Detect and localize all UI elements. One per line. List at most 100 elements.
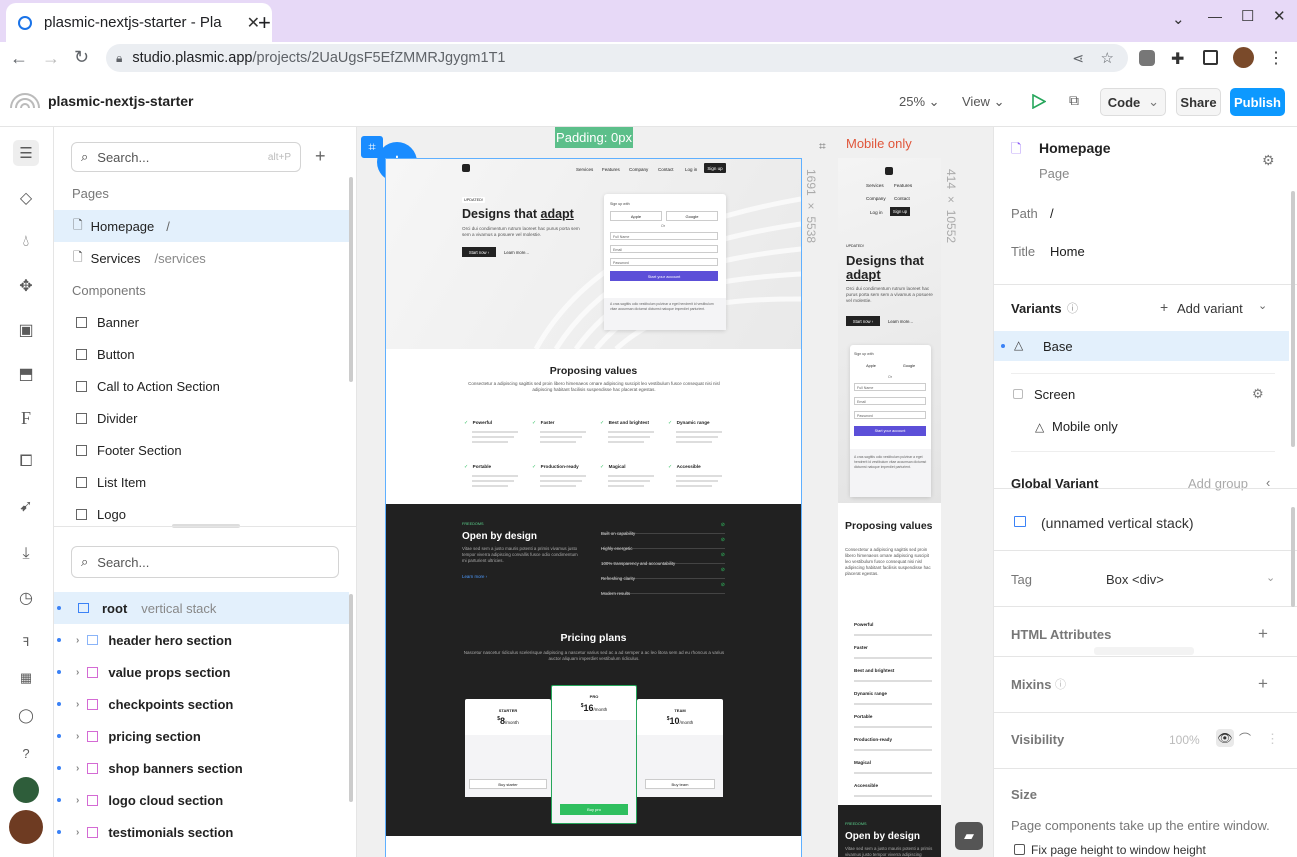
tree-item[interactable]: › checkpoints section	[54, 688, 349, 720]
fonts-icon[interactable]: F	[13, 405, 39, 431]
tree-search[interactable]: ⌕ Search...	[71, 546, 339, 578]
tree-item[interactable]: › testimonials section	[54, 816, 349, 848]
profile-avatar[interactable]	[1233, 47, 1254, 68]
add-mixin-icon[interactable]: +	[1258, 674, 1268, 694]
responsiveness-icon[interactable]: ⧠	[13, 449, 39, 475]
side-panel-icon[interactable]	[1203, 50, 1218, 65]
tree-item[interactable]: › value props section	[54, 656, 349, 688]
screen-settings-gear-icon[interactable]: ⚙	[1252, 386, 1264, 402]
mobile-only-variant[interactable]: Mobile only	[1052, 419, 1118, 434]
images-icon[interactable]: ▣	[13, 317, 39, 343]
browser-tab[interactable]: plasmic-nextjs-starter - Pla ✕	[6, 3, 272, 42]
page-title[interactable]: Homepage	[1039, 140, 1111, 156]
hidden-eye-icon[interactable]: ⌒	[1239, 730, 1251, 747]
import-icon[interactable]: ⤓	[13, 541, 39, 567]
pages-search[interactable]: ⌕ Search... alt+P	[71, 142, 301, 172]
info-icon[interactable]: ⓘ	[1055, 676, 1066, 692]
reload-icon[interactable]: ↻	[74, 47, 89, 68]
add-variant-plus-icon[interactable]: +	[1160, 299, 1168, 315]
desktop-artboard[interactable]: Services Features Company Contact Log in…	[385, 158, 802, 857]
section-drag-handle[interactable]	[1094, 647, 1194, 655]
new-tab-button[interactable]: +	[258, 10, 271, 36]
code-button[interactable]: Code ⌄	[1100, 88, 1166, 116]
open-external-icon[interactable]: ⧉	[1069, 92, 1079, 109]
expand-arrow-icon[interactable]: ›	[76, 795, 79, 806]
title-value[interactable]: Home	[1050, 244, 1085, 259]
component-item[interactable]: Banner	[54, 306, 349, 338]
address-bar[interactable]: 🔒︎ studio.plasmic.app/projects/2UaUgsF5E…	[106, 44, 1128, 72]
tree-item[interactable]: › header hero section	[54, 624, 349, 656]
share-button[interactable]: Share	[1176, 88, 1221, 116]
chevron-down-icon[interactable]: ⌄	[1148, 94, 1159, 110]
variants-menu-chevron-icon[interactable]: ⌄	[1258, 299, 1267, 312]
chat-icon[interactable]: ◯	[13, 702, 39, 728]
forward-icon[interactable]: →	[42, 48, 60, 69]
add-html-attribute-icon[interactable]: +	[1258, 624, 1268, 644]
mobile-artboard[interactable]: Services Features Company Contact Log in…	[838, 158, 941, 857]
tree-item[interactable]: › logo cloud section	[54, 784, 349, 816]
maximize-button[interactable]: ☐	[1241, 7, 1254, 25]
keyboard-icon[interactable]: ▦	[13, 665, 39, 691]
preview-play-icon[interactable]	[1031, 94, 1046, 109]
tokens-drop-icon[interactable]: 💧︎	[13, 229, 39, 255]
opacity-value[interactable]: 100%	[1169, 733, 1200, 747]
figma-icon[interactable]: ꟻ	[13, 629, 39, 655]
design-canvas[interactable]: Padding: 0px ⌗ + ⌗ Mobile only 1691 × 55…	[357, 127, 993, 857]
back-icon[interactable]: ←	[10, 48, 28, 69]
tree-item[interactable]: › pricing section	[54, 720, 349, 752]
component-item[interactable]: List Item	[54, 466, 349, 498]
plasmic-logo-icon[interactable]	[9, 91, 41, 109]
mobile-frame-icon[interactable]: ⌗	[819, 139, 826, 154]
share-page-icon[interactable]: ⋖	[1072, 50, 1084, 67]
pages-scrollbar[interactable]	[349, 177, 353, 382]
panel-scrollbar-lower[interactable]	[1291, 507, 1295, 607]
themes-icon[interactable]: ⬒	[13, 361, 39, 387]
tab-search-icon[interactable]: ⌄	[1172, 10, 1185, 28]
extension-icon[interactable]	[1139, 50, 1155, 66]
add-page-button[interactable]: +	[315, 146, 326, 167]
browser-menu-icon[interactable]: ⋮	[1268, 48, 1284, 68]
tag-chevron-icon[interactable]: ⌄	[1266, 571, 1275, 584]
help-icon[interactable]: ?	[13, 740, 39, 766]
comments-chat-button[interactable]: ▰	[955, 822, 983, 850]
expand-arrow-icon[interactable]: ›	[76, 763, 79, 774]
page-item-services[interactable]: 🗋︎ Services /services	[54, 242, 349, 274]
expand-arrow-icon[interactable]: ›	[76, 731, 79, 742]
history-icon[interactable]: ◷	[13, 585, 39, 611]
variant-base-row[interactable]: △ Base	[994, 331, 1289, 361]
tree-root[interactable]: root vertical stack	[54, 592, 349, 624]
minimize-button[interactable]: —	[1208, 8, 1222, 24]
expand-arrow-icon[interactable]: ›	[76, 667, 79, 678]
outline-icon[interactable]: ☰	[13, 140, 39, 166]
component-item[interactable]: Call to Action Section	[54, 370, 349, 402]
component-item[interactable]: Footer Section	[54, 434, 349, 466]
zoom-dropdown[interactable]: 25% ⌄	[899, 94, 940, 110]
path-value[interactable]: /	[1050, 206, 1054, 221]
close-window-button[interactable]: ✕	[1273, 7, 1286, 25]
mixins-icon[interactable]: ✥	[13, 273, 39, 299]
publish-button[interactable]: Publish	[1230, 88, 1285, 116]
tree-scrollbar[interactable]	[349, 594, 353, 802]
tag-select[interactable]: Box <div>	[1106, 572, 1164, 587]
extensions-puzzle-icon[interactable]: ✚	[1171, 49, 1184, 69]
element-name[interactable]: (unnamed vertical stack)	[1041, 515, 1194, 531]
expand-arrow-icon[interactable]: ›	[76, 699, 79, 710]
view-dropdown[interactable]: View ⌄	[962, 94, 1004, 110]
user-avatar[interactable]	[9, 810, 43, 844]
info-icon[interactable]: ⓘ	[1067, 300, 1078, 316]
component-item[interactable]: Button	[54, 338, 349, 370]
project-name[interactable]: plasmic-nextjs-starter	[48, 93, 194, 109]
component-item[interactable]: Divider	[54, 402, 349, 434]
expand-arrow-icon[interactable]: ›	[76, 635, 79, 646]
visible-eye-icon[interactable]: 👁︎	[1216, 729, 1234, 747]
add-variant-button[interactable]: Add variant	[1177, 301, 1243, 316]
collaborator-avatar[interactable]	[13, 777, 39, 803]
expand-arrow-icon[interactable]: ›	[76, 827, 79, 838]
page-item-homepage[interactable]: 🗋︎ Homepage /	[54, 210, 349, 242]
launch-rocket-icon[interactable]: ➹	[13, 493, 39, 519]
tree-item[interactable]: › shop banners section	[54, 752, 349, 784]
bookmark-star-icon[interactable]: ☆	[1101, 49, 1114, 67]
page-settings-gear-icon[interactable]: ⚙	[1262, 152, 1275, 169]
fix-height-checkbox[interactable]	[1014, 844, 1025, 855]
more-options-icon[interactable]: ⋮	[1266, 731, 1279, 747]
